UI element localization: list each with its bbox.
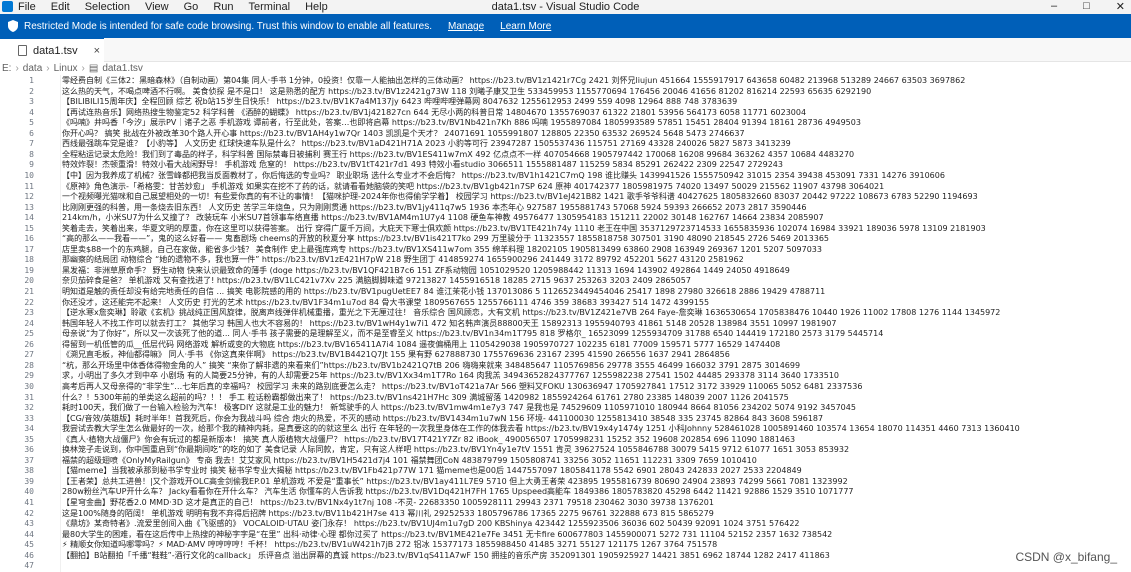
- menu-bar: File Edit Selection View Go Run Terminal…: [18, 1, 328, 13]
- menu-terminal[interactable]: Terminal: [249, 1, 291, 13]
- breadcrumb-folder-linux[interactable]: Linux: [54, 63, 78, 74]
- editor[interactable]: 1 零经费自制《三体2：黑暗森林》（自制动画）第04集 同人·手书 1分钟，0投资…: [0, 75, 1131, 572]
- window-controls: – □ ✕: [1051, 0, 1125, 13]
- menu-view[interactable]: View: [145, 1, 169, 13]
- minimize-button[interactable]: –: [1051, 0, 1057, 13]
- menu-go[interactable]: Go: [184, 1, 199, 13]
- menu-selection[interactable]: Selection: [85, 1, 130, 13]
- menu-run[interactable]: Run: [213, 1, 233, 13]
- banner-message: Restricted Mode is intended for safe cod…: [24, 20, 432, 32]
- window-title: data1.tsv - Visual Studio Code: [491, 1, 640, 13]
- tab-data1-tsv[interactable]: data1.tsv ×: [0, 38, 104, 62]
- file-icon: [18, 45, 27, 56]
- close-tab-icon[interactable]: ×: [94, 45, 100, 57]
- manage-link[interactable]: Manage: [448, 21, 484, 32]
- watermark: CSDN @x_bifang_: [1013, 550, 1119, 564]
- chevron-right-icon: ›: [81, 62, 85, 74]
- breadcrumb-file[interactable]: data1.tsv: [102, 63, 143, 74]
- maximize-button[interactable]: □: [1083, 0, 1090, 13]
- breadcrumb: E: › data › Linux › ▤ data1.tsv: [2, 61, 143, 75]
- line-number: 47: [24, 561, 34, 571]
- breadcrumb-drive[interactable]: E:: [2, 63, 11, 74]
- breadcrumb-folder-data[interactable]: data: [23, 63, 42, 74]
- chevron-right-icon: ›: [46, 62, 50, 74]
- menu-help[interactable]: Help: [305, 1, 328, 13]
- menu-edit[interactable]: Edit: [51, 1, 70, 13]
- menu-file[interactable]: File: [18, 1, 36, 13]
- vscode-logo-icon: [2, 1, 13, 12]
- shield-icon: [8, 20, 18, 32]
- learn-more-link[interactable]: Learn More: [500, 21, 551, 32]
- tab-bar: data1.tsv ×: [0, 38, 1131, 62]
- file-icon: ▤: [88, 62, 99, 74]
- title-bar: File Edit Selection View Go Run Terminal…: [0, 0, 1131, 14]
- chevron-right-icon: ›: [15, 62, 19, 74]
- close-window-button[interactable]: ✕: [1116, 0, 1125, 13]
- editor-line[interactable]: 47: [0, 560, 1131, 572]
- tab-label: data1.tsv: [33, 44, 78, 57]
- restricted-mode-banner: Restricted Mode is intended for safe cod…: [0, 14, 1131, 38]
